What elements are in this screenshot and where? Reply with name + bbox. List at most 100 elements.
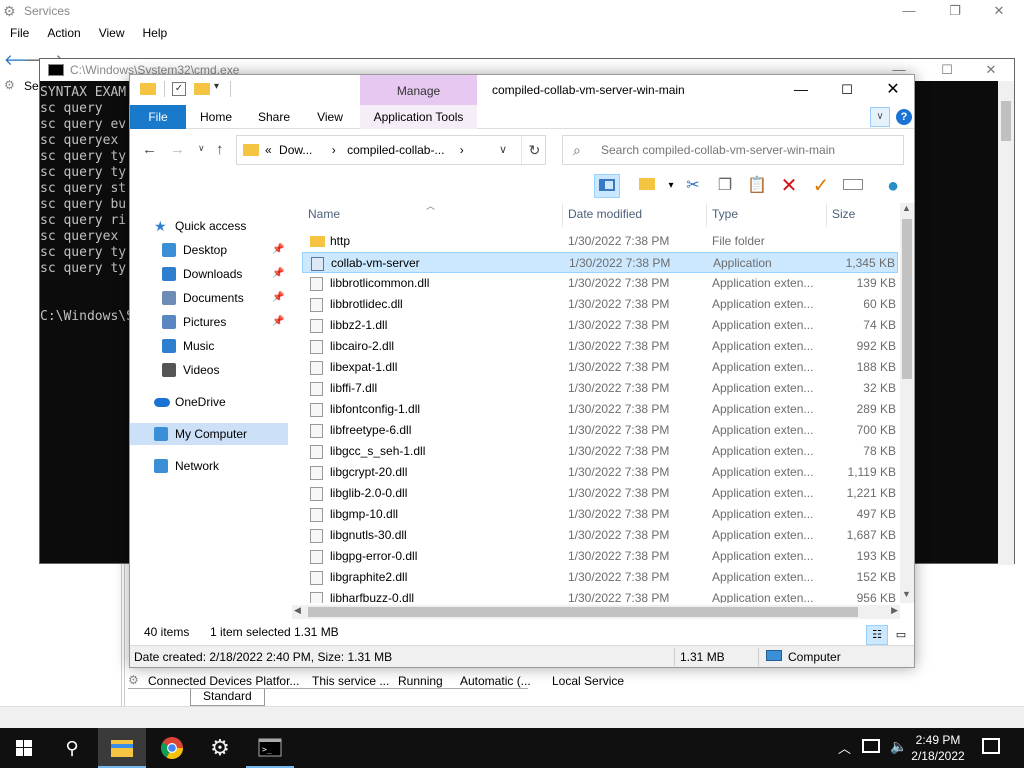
sidebar-item-network[interactable]: Network	[130, 455, 288, 477]
close-button[interactable]: ✕	[968, 59, 1014, 81]
tab-application-tools[interactable]: Application Tools	[360, 105, 477, 129]
table-row[interactable]: libexpat-1.dll 1/30/2022 7:38 PM Applicati…	[302, 357, 898, 378]
chevron-down-icon[interactable]: ∨	[499, 143, 507, 156]
volume-icon[interactable]: 🔈	[890, 738, 907, 755]
menu-help[interactable]: Help	[133, 24, 176, 40]
sidebar-item-documents[interactable]: Documents 📌	[130, 287, 288, 309]
menu-file[interactable]: File	[0, 24, 37, 40]
sidebar-item-my-computer[interactable]: My Computer	[130, 423, 288, 445]
table-row[interactable]: libglib-2.0-0.dll 1/30/2022 7:38 PM Applic…	[302, 483, 898, 504]
column-date-modified[interactable]: Date modified	[568, 207, 642, 221]
sidebar-item-pictures[interactable]: Pictures 📌	[130, 311, 288, 333]
column-divider[interactable]	[562, 203, 563, 227]
scroll-right-icon[interactable]: ▶	[891, 605, 898, 616]
tab-view[interactable]: View	[306, 105, 354, 129]
minimize-button[interactable]: —	[886, 0, 932, 22]
table-row[interactable]: libcairo-2.dll 1/30/2022 7:38 PM Applicati…	[302, 336, 898, 357]
close-button[interactable]: ✕	[870, 75, 916, 105]
search-input[interactable]	[601, 142, 897, 158]
start-button[interactable]	[0, 728, 48, 768]
breadcrumb-separator[interactable]: ›	[332, 143, 336, 157]
table-row[interactable]: http 1/30/2022 7:38 PM File folder	[302, 231, 898, 252]
table-row[interactable]: collab-vm-server 1/30/2022 7:38 PM Applica…	[302, 252, 898, 273]
clock[interactable]: 2:49 PM 2/18/2022	[906, 732, 970, 764]
scroll-up-icon[interactable]: ▲	[902, 203, 911, 213]
table-row[interactable]: libgcc_s_seh-1.dll 1/30/2022 7:38 PM Appli…	[302, 441, 898, 462]
rename-icon[interactable]	[840, 174, 866, 198]
back-button[interactable]: ←	[142, 141, 157, 158]
details-view-button[interactable]: ☷	[866, 625, 888, 645]
column-divider[interactable]	[826, 203, 827, 227]
restore-button[interactable]: ❐	[932, 0, 978, 22]
column-type[interactable]: Type	[712, 207, 738, 221]
table-row[interactable]: libfreetype-6.dll 1/30/2022 7:38 PM Applic…	[302, 420, 898, 441]
pin-icon[interactable]: 📌	[272, 239, 284, 261]
taskbar-chrome[interactable]	[148, 728, 196, 768]
scroll-down-icon[interactable]: ▼	[902, 589, 911, 599]
copy-icon[interactable]: ❐	[712, 174, 738, 198]
services-table-row[interactable]: ⚙ Connected Devices Platfor... This serv…	[128, 672, 1018, 688]
forward-button[interactable]: →	[170, 141, 185, 158]
cmd-scrollbar[interactable]	[998, 81, 1014, 565]
table-row[interactable]: libgraphite2.dll 1/30/2022 7:38 PM Applica…	[302, 567, 898, 588]
help-icon[interactable]: ?	[896, 109, 912, 125]
breadcrumb-downloads[interactable]: Dow...	[279, 143, 312, 157]
cmd-console-output[interactable]: SYNTAX EXAM sc query sc query ev sc queryex…	[40, 85, 134, 565]
notifications-icon[interactable]	[982, 738, 1000, 754]
address-bar[interactable]: « Dow... › compiled-collab-... › ∨ ↻	[236, 135, 546, 165]
table-row[interactable]: libgnutls-30.dll 1/30/2022 7:38 PM Applica…	[302, 525, 898, 546]
scroll-thumb[interactable]	[308, 607, 858, 617]
sidebar-item-desktop[interactable]: Desktop 📌	[130, 239, 288, 261]
globe-icon[interactable]: ●	[880, 174, 906, 198]
refresh-button[interactable]: ↻	[521, 136, 547, 164]
sidebar-item-onedrive[interactable]: OneDrive	[130, 391, 288, 413]
search-icon[interactable]: ⚲	[48, 728, 96, 768]
scroll-thumb[interactable]	[902, 219, 912, 379]
up-button[interactable]: ↑	[216, 141, 224, 158]
breadcrumb-current-folder[interactable]: compiled-collab-...	[347, 143, 444, 157]
minimize-button[interactable]: —	[778, 75, 824, 105]
sidebar-item-videos[interactable]: Videos	[130, 359, 288, 381]
recent-locations-button[interactable]: ∨	[198, 143, 205, 154]
tab-file[interactable]: File	[130, 105, 186, 129]
preview-pane-icon[interactable]	[594, 174, 620, 198]
menu-view[interactable]: View	[89, 24, 133, 40]
table-row[interactable]: libharfbuzz-0.dll 1/30/2022 7:38 PM Applic…	[302, 588, 898, 603]
paste-icon[interactable]: 📋	[744, 174, 770, 198]
sidebar-item-music[interactable]: Music	[130, 335, 288, 357]
horizontal-scrollbar[interactable]: ◀ ▶	[292, 605, 900, 619]
network-icon[interactable]	[862, 739, 880, 753]
taskbar-file-explorer[interactable]	[98, 728, 146, 768]
large-icons-view-button[interactable]: ▭	[890, 625, 912, 645]
table-row[interactable]: libgpg-error-0.dll 1/30/2022 7:38 PM Appli…	[302, 546, 898, 567]
properties-icon[interactable]: ✓	[172, 82, 186, 96]
menu-action[interactable]: Action	[37, 24, 88, 40]
chevron-down-icon[interactable]: ▾	[214, 81, 219, 92]
tab-share[interactable]: Share	[248, 105, 300, 129]
pin-icon[interactable]: 📌	[272, 263, 284, 285]
taskbar-cmd[interactable]: >_	[246, 728, 294, 768]
breadcrumb-separator[interactable]: ›	[460, 143, 464, 157]
gear-icon[interactable]: ⚙	[196, 728, 244, 768]
services-tree-label[interactable]: Se	[24, 79, 39, 93]
expand-ribbon-button[interactable]: ∨	[870, 107, 890, 127]
table-row[interactable]: libgmp-10.dll 1/30/2022 7:38 PM Applicatio…	[302, 504, 898, 525]
new-folder-icon[interactable]	[634, 174, 660, 198]
breadcrumb-overflow[interactable]: «	[265, 143, 272, 157]
table-row[interactable]: libbrotlidec.dll 1/30/2022 7:38 PM Applica…	[302, 294, 898, 315]
cut-icon[interactable]: ✂	[680, 174, 706, 198]
maximize-button[interactable]: ☐	[824, 75, 870, 105]
close-button[interactable]: ✕	[976, 0, 1022, 22]
table-row[interactable]: libffi-7.dll 1/30/2022 7:38 PM Application…	[302, 378, 898, 399]
search-box[interactable]: ⌕	[562, 135, 904, 165]
table-row[interactable]: libgcrypt-20.dll 1/30/2022 7:38 PM Applica…	[302, 462, 898, 483]
chevron-up-icon[interactable]: ︿	[838, 738, 851, 757]
vertical-scrollbar[interactable]: ▲ ▼	[900, 203, 914, 603]
table-row[interactable]: libfontconfig-1.dll 1/30/2022 7:38 PM Appl…	[302, 399, 898, 420]
column-name[interactable]: Name	[308, 207, 340, 221]
sidebar-item-downloads[interactable]: Downloads 📌	[130, 263, 288, 285]
tab-home[interactable]: Home	[190, 105, 242, 129]
new-folder-icon[interactable]	[194, 83, 210, 95]
delete-icon[interactable]: ✕	[776, 174, 802, 198]
column-size[interactable]: Size	[832, 207, 855, 221]
